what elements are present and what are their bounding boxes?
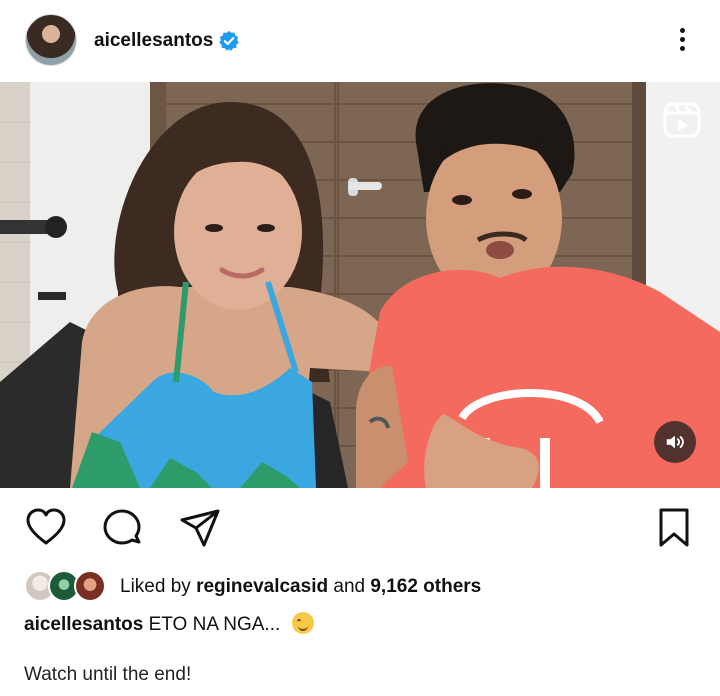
likes-conjunction: and [333,576,366,597]
post-caption: aicellesantos ETO NA NGA... [24,612,314,636]
more-dot [679,27,685,33]
post-username[interactable]: aicellesantos [94,30,213,52]
bookmark-icon [659,508,689,547]
likes-text: Liked by reginevalcasid and 9,162 others [120,576,481,598]
speaker-icon [666,435,684,448]
sound-toggle-button[interactable] [654,421,696,463]
likes-count[interactable]: 9,162 others [370,576,481,597]
heart-icon [26,508,66,545]
likes-summary: Liked by reginevalcasid and 9,162 others [24,568,704,604]
liker-avatar[interactable] [74,570,106,602]
grinning-face-emoji-icon [291,612,314,634]
likes-prefix: Liked by [120,576,191,597]
more-dot [679,36,685,42]
caption-continuation: Watch until the end! [24,664,192,685]
avatar[interactable] [25,14,77,66]
more-dot [679,45,685,51]
caption-text: ETO NA NGA... [148,614,281,635]
reel-video-frame [0,82,720,488]
liked-by-username[interactable]: reginevalcasid [196,576,328,597]
share-button[interactable] [178,506,222,550]
caption-username[interactable]: aicellesantos [24,614,143,635]
send-icon [180,509,220,547]
comment-button[interactable] [100,506,144,550]
verified-badge-icon [219,30,239,51]
comment-icon [103,509,141,545]
post-media[interactable] [0,82,720,488]
post-header: aicellesantos [0,0,720,82]
like-button[interactable] [24,506,68,550]
save-button[interactable] [652,506,696,550]
post-action-bar [0,500,720,550]
reels-icon[interactable] [662,100,702,140]
more-options-button[interactable] [672,22,692,56]
